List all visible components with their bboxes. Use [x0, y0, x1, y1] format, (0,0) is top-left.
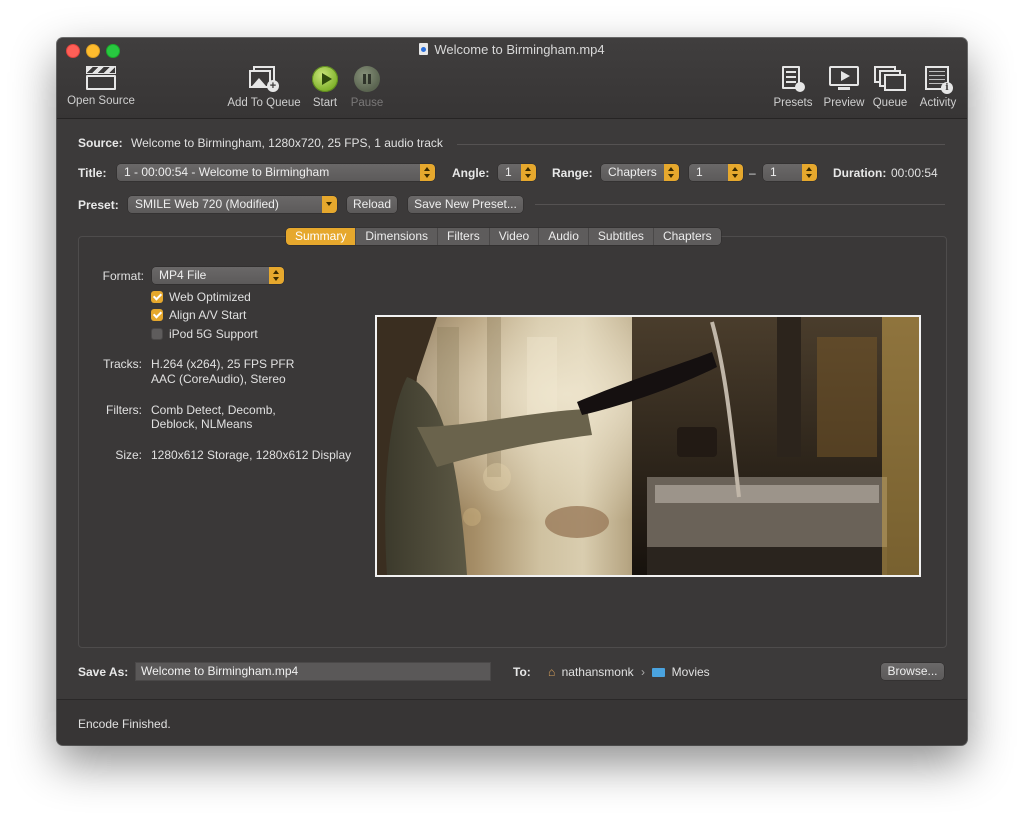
range-label: Range:: [552, 166, 593, 180]
document-icon: [419, 43, 429, 55]
presets-label: Presets: [773, 97, 813, 109]
title-label: Title:: [78, 166, 107, 180]
preset-separator: [535, 204, 945, 205]
handbrake-window: Welcome to Birmingham.mp4 Open Source + …: [57, 38, 967, 745]
home-icon: ⌂: [548, 665, 556, 679]
web-optimized-label: Web Optimized: [169, 290, 251, 304]
path-folder: Movies: [671, 665, 710, 679]
format-label: Format:: [102, 269, 144, 283]
folder-icon: [652, 668, 666, 677]
preset-popup[interactable]: SMILE Web 720 (Modified): [128, 196, 337, 213]
window-title-text: Welcome to Birmingham.mp4: [434, 42, 605, 57]
save-as-label: Save As:: [78, 665, 129, 679]
updown-chevron-icon: [521, 164, 536, 181]
range-start-popup[interactable]: 1: [689, 164, 743, 181]
pause-button[interactable]: Pause: [349, 66, 385, 109]
align-av-start-label: Align A/V Start: [169, 308, 247, 322]
format-popup-value: MP4 File: [159, 268, 207, 282]
clapperboard-icon: [86, 66, 116, 90]
window-title: Welcome to Birmingham.mp4: [57, 42, 967, 57]
source-separator: [457, 144, 945, 145]
ipod-5g-support-label: iPod 5G Support: [169, 327, 258, 341]
add-to-queue-icon: +: [249, 66, 279, 92]
open-source-label: Open Source: [67, 95, 135, 107]
format-popup[interactable]: MP4 File: [152, 267, 284, 284]
queue-icon: [874, 66, 906, 92]
preview-image: [375, 315, 921, 577]
pause-icon: [354, 66, 380, 92]
range-end-popup[interactable]: 1: [763, 164, 817, 181]
preset-popup-value: SMILE Web 720 (Modified): [135, 197, 279, 211]
activity-label: Activity: [919, 97, 957, 109]
range-start-value: 1: [696, 165, 703, 179]
title-popup[interactable]: 1 - 00:00:54 - Welcome to Birmingham: [117, 164, 435, 181]
tab-bar: Summary Dimensions Filters Video Audio S…: [286, 228, 721, 245]
angle-popup-value: 1: [505, 165, 512, 179]
tracks-line-2: AAC (CoreAudio), Stereo: [151, 372, 286, 386]
presets-icon: [782, 66, 805, 92]
tab-video[interactable]: Video: [489, 228, 540, 245]
web-optimized-checkbox[interactable]: [151, 291, 163, 303]
add-to-queue-label: Add To Queue: [227, 97, 301, 109]
tab-audio[interactable]: Audio: [539, 228, 589, 245]
title-popup-value: 1 - 00:00:54 - Welcome to Birmingham: [124, 165, 330, 179]
status-text: Encode Finished.: [78, 717, 171, 731]
presets-button[interactable]: Presets: [771, 66, 815, 109]
tab-dimensions[interactable]: Dimensions: [356, 228, 439, 245]
source-value: Welcome to Birmingham, 1280x720, 25 FPS,…: [131, 136, 443, 150]
chevron-down-icon: [322, 196, 337, 213]
preview-button[interactable]: Preview: [820, 66, 868, 109]
updown-chevron-icon: [420, 164, 435, 181]
tracks-line-1: H.264 (x264), 25 FPS PFR: [151, 357, 295, 371]
updown-chevron-icon: [664, 164, 679, 181]
filters-line-1: Comb Detect, Decomb,: [151, 403, 276, 417]
start-button[interactable]: Start: [309, 66, 341, 109]
range-dash: –: [749, 166, 756, 180]
preview-label: Preview: [823, 97, 865, 109]
save-new-preset-button[interactable]: Save New Preset...: [408, 196, 523, 213]
ipod-5g-support-checkbox[interactable]: [151, 328, 163, 340]
queue-label: Queue: [872, 97, 908, 109]
filters-line-2: Deblock, NLMeans: [151, 417, 253, 431]
tab-filters[interactable]: Filters: [438, 228, 490, 245]
preview-icon: [829, 66, 859, 92]
tab-subtitles[interactable]: Subtitles: [588, 228, 654, 245]
activity-button[interactable]: i Activity: [914, 66, 962, 109]
play-icon: [312, 66, 338, 92]
activity-icon: i: [925, 66, 953, 94]
duration-value: 00:00:54: [891, 166, 938, 180]
source-label: Source:: [78, 136, 123, 150]
start-label: Start: [312, 97, 338, 109]
duration-label: Duration:: [833, 166, 887, 180]
browse-button[interactable]: Browse...: [881, 663, 944, 680]
range-end-value: 1: [770, 165, 777, 179]
updown-chevron-icon: [802, 164, 817, 181]
tab-chapters[interactable]: Chapters: [653, 228, 721, 245]
tracks-label: Tracks:: [103, 357, 142, 371]
updown-chevron-icon: [269, 267, 284, 284]
open-source-button[interactable]: Open Source: [66, 66, 136, 107]
pause-label: Pause: [350, 97, 384, 109]
size-label: Size:: [115, 448, 142, 462]
destination-path[interactable]: ⌂ nathansmonk › Movies: [548, 665, 710, 679]
align-av-start-checkbox[interactable]: [151, 309, 163, 321]
path-user: nathansmonk: [561, 665, 634, 679]
preset-label: Preset:: [78, 198, 119, 212]
angle-popup[interactable]: 1: [498, 164, 536, 181]
status-bar: Encode Finished.: [57, 699, 967, 745]
size-value: 1280x612 Storage, 1280x612 Display: [151, 448, 352, 462]
toolbar: Welcome to Birmingham.mp4 Open Source + …: [57, 38, 967, 119]
filters-label: Filters:: [106, 403, 142, 417]
path-separator: ›: [640, 665, 645, 679]
range-type-value: Chapters: [608, 165, 657, 179]
tab-summary[interactable]: Summary: [286, 228, 357, 245]
angle-label: Angle:: [452, 166, 490, 180]
add-to-queue-button[interactable]: + Add To Queue: [225, 66, 303, 109]
queue-button[interactable]: Queue: [870, 66, 910, 109]
reload-button[interactable]: Reload: [347, 196, 397, 213]
updown-chevron-icon: [728, 164, 743, 181]
range-type-popup[interactable]: Chapters: [601, 164, 679, 181]
to-label: To:: [513, 665, 531, 679]
save-as-filename-input[interactable]: Welcome to Birmingham.mp4: [135, 662, 491, 681]
